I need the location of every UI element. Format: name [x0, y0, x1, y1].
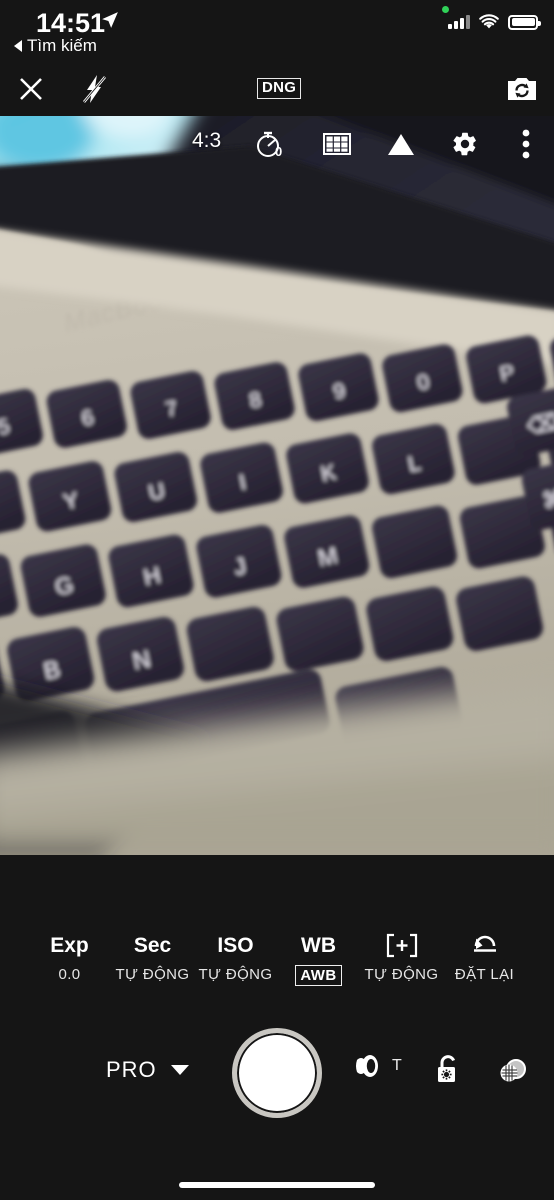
pro-control-exposure[interactable]: Exp 0.0 — [28, 933, 111, 986]
level-triangle-icon — [388, 134, 414, 155]
filter-button[interactable] — [494, 1052, 532, 1090]
location-arrow-icon — [102, 12, 118, 28]
close-icon — [20, 78, 42, 100]
close-button[interactable] — [14, 72, 48, 106]
pro-control-shutter-speed[interactable]: Sec TỰ ĐỘNG — [111, 933, 194, 986]
cellular-signal-icon — [448, 15, 470, 29]
filter-circles-icon — [500, 1059, 526, 1082]
camera-preview[interactable]: MacBook Pro — [0, 116, 554, 855]
exposure-value: 0.0 — [58, 965, 81, 983]
format-badge[interactable]: DNG — [257, 78, 302, 99]
camera-app-screen: MacBook Pro — [0, 0, 554, 1200]
gear-icon — [453, 132, 476, 156]
white-balance-value: AWB — [295, 965, 342, 986]
iso-label: ISO — [217, 933, 254, 957]
preview-image: MacBook Pro — [0, 116, 554, 855]
lens-selector-button[interactable]: T — [354, 1053, 402, 1079]
grid-button[interactable] — [317, 124, 357, 164]
status-bar: 14:51 Tìm kiếm — [0, 0, 554, 62]
pro-control-reset[interactable]: ĐẶT LẠI — [443, 933, 526, 986]
exposure-lock-button[interactable] — [430, 1051, 466, 1089]
lens-label: T — [392, 1057, 402, 1074]
timer-button[interactable]: 0 — [250, 124, 290, 164]
exposure-label: Exp — [50, 933, 89, 957]
mode-label: PRO — [106, 1057, 157, 1082]
iso-value: TỰ ĐỘNG — [198, 965, 273, 983]
reset-value: ĐẶT LẠI — [454, 965, 515, 983]
timer-icon: 0 — [257, 131, 282, 159]
back-to-search-link[interactable]: Tìm kiếm — [14, 36, 97, 56]
level-button[interactable] — [381, 124, 421, 164]
reset-icon-wrap — [468, 933, 502, 958]
svg-text:⌫: ⌫ — [525, 409, 554, 440]
shutter-inner — [240, 1036, 314, 1110]
more-vertical-icon — [522, 129, 530, 159]
shutter-button[interactable] — [232, 1028, 322, 1118]
back-label: Tìm kiếm — [27, 36, 97, 55]
back-triangle-icon — [14, 40, 22, 52]
chevron-down-icon — [170, 1065, 189, 1075]
camera-flip-icon — [508, 78, 536, 100]
pro-control-iso[interactable]: ISO TỰ ĐỘNG — [194, 933, 277, 986]
shutter-row: PRO T — [0, 1025, 554, 1135]
settings-button[interactable] — [445, 124, 485, 164]
camera-overlay-toolbar: 4:3 0 — [0, 116, 554, 172]
shutter-speed-value: TỰ ĐỘNG — [115, 965, 190, 983]
home-indicator[interactable] — [179, 1182, 375, 1188]
white-balance-label: WB — [301, 933, 336, 957]
focus-icon-wrap — [385, 933, 419, 958]
flash-toggle-button[interactable] — [76, 70, 112, 108]
more-options-button[interactable] — [506, 124, 546, 164]
focus-bracket-plus-icon — [385, 933, 419, 958]
aspect-ratio-button[interactable]: 4:3 — [192, 129, 221, 153]
wifi-icon — [479, 14, 499, 29]
mode-selector[interactable]: PRO — [106, 1057, 189, 1083]
exposure-lock-icon — [438, 1055, 455, 1082]
pro-control-focus[interactable]: TỰ ĐỘNG — [360, 933, 443, 986]
status-indicators — [448, 14, 541, 30]
pro-controls-row: Exp 0.0 Sec TỰ ĐỘNG ISO TỰ ĐỘNG WB AWB T… — [0, 933, 554, 986]
camera-bottom-panel: Exp 0.0 Sec TỰ ĐỘNG ISO TỰ ĐỘNG WB AWB T… — [0, 855, 554, 1200]
battery-full-icon — [508, 14, 541, 30]
shutter-speed-label: Sec — [133, 933, 172, 957]
focus-value: TỰ ĐỘNG — [364, 965, 439, 983]
green-dot-indicator — [442, 6, 449, 13]
pro-control-white-balance[interactable]: WB AWB — [277, 933, 360, 986]
camera-top-bar: DNG — [0, 62, 554, 116]
status-time: 14:51 — [36, 8, 106, 38]
reset-undo-icon — [468, 933, 502, 958]
grid-icon — [323, 133, 351, 155]
timer-value: 0 — [275, 144, 282, 159]
camera-flip-button[interactable] — [504, 71, 540, 107]
flash-off-icon — [83, 75, 106, 103]
lens-icon — [356, 1055, 378, 1077]
